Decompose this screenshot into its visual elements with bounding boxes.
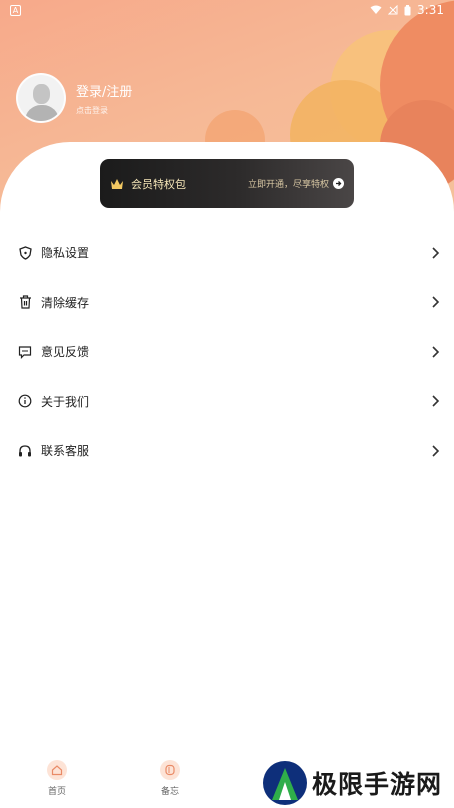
tab-memo[interactable]: 备忘 bbox=[150, 760, 190, 797]
status-time: 3:31 bbox=[417, 3, 444, 17]
notification-badge: A bbox=[10, 4, 21, 16]
menu-item-label: 关于我们 bbox=[41, 394, 90, 409]
watermark-logo-icon bbox=[263, 761, 307, 805]
signal-icon bbox=[388, 5, 398, 15]
menu-item-contact-support[interactable]: 联系客服 bbox=[0, 426, 454, 476]
watermark: 极限手游网 bbox=[262, 760, 442, 806]
settings-menu: 隐私设置 清除缓存 意见反馈 关于我们 联系客服 bbox=[0, 228, 454, 476]
profile-section[interactable]: 登录/注册 点击登录 bbox=[16, 73, 132, 123]
headset-icon bbox=[18, 444, 32, 458]
chevron-right-icon bbox=[432, 247, 440, 259]
menu-item-label: 隐私设置 bbox=[41, 246, 90, 261]
vip-action-text[interactable]: 立即开通，尽享特权 bbox=[248, 177, 329, 190]
avatar[interactable] bbox=[16, 73, 66, 123]
tab-home[interactable]: 首页 bbox=[37, 760, 77, 797]
vip-title: 会员特权包 bbox=[131, 177, 186, 191]
chevron-right-icon bbox=[432, 395, 440, 407]
info-icon bbox=[18, 394, 32, 408]
memo-icon bbox=[160, 760, 180, 780]
chevron-right-icon bbox=[432, 346, 440, 358]
status-bar: A 3:31 bbox=[0, 0, 454, 20]
chat-icon bbox=[18, 345, 32, 359]
menu-item-label: 清除缓存 bbox=[41, 295, 90, 310]
arrow-right-icon[interactable] bbox=[333, 178, 344, 189]
vip-banner[interactable]: 会员特权包 立即开通，尽享特权 bbox=[100, 159, 354, 208]
wifi-icon bbox=[370, 5, 382, 14]
menu-item-label: 意见反馈 bbox=[41, 345, 90, 360]
menu-item-label: 联系客服 bbox=[41, 444, 90, 459]
login-hint: 点击登录 bbox=[76, 105, 108, 115]
menu-item-about[interactable]: 关于我们 bbox=[0, 377, 454, 427]
tab-label: 首页 bbox=[47, 787, 66, 797]
menu-item-feedback[interactable]: 意见反馈 bbox=[0, 327, 454, 377]
login-register-link[interactable]: 登录/注册 bbox=[76, 81, 132, 100]
shield-icon bbox=[18, 246, 32, 260]
menu-item-clear-cache[interactable]: 清除缓存 bbox=[0, 278, 454, 328]
menu-item-privacy[interactable]: 隐私设置 bbox=[0, 228, 454, 278]
chevron-right-icon bbox=[432, 445, 440, 457]
chevron-right-icon bbox=[432, 296, 440, 308]
tab-label: 备忘 bbox=[160, 787, 179, 797]
trash-icon bbox=[18, 295, 32, 309]
battery-icon bbox=[404, 4, 411, 15]
watermark-text: 极限手游网 bbox=[312, 770, 443, 799]
crown-icon bbox=[111, 178, 123, 189]
home-icon bbox=[47, 760, 67, 780]
